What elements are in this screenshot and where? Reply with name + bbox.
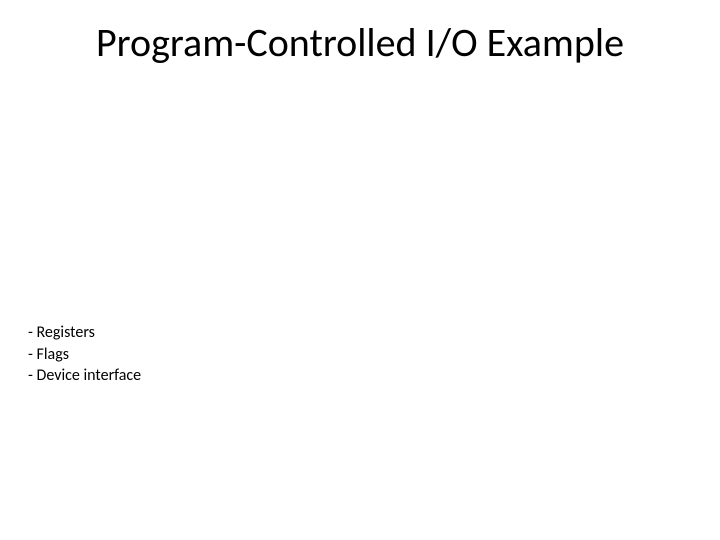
list-item: - Flags bbox=[28, 344, 141, 366]
bullet-list: - Registers - Flags - Device interface bbox=[28, 322, 141, 387]
list-item: - Device interface bbox=[28, 365, 141, 387]
slide-title: Program-Controlled I/O Example bbox=[0, 18, 720, 67]
list-item: - Registers bbox=[28, 322, 141, 344]
slide: Program-Controlled I/O Example - Registe… bbox=[0, 0, 720, 540]
